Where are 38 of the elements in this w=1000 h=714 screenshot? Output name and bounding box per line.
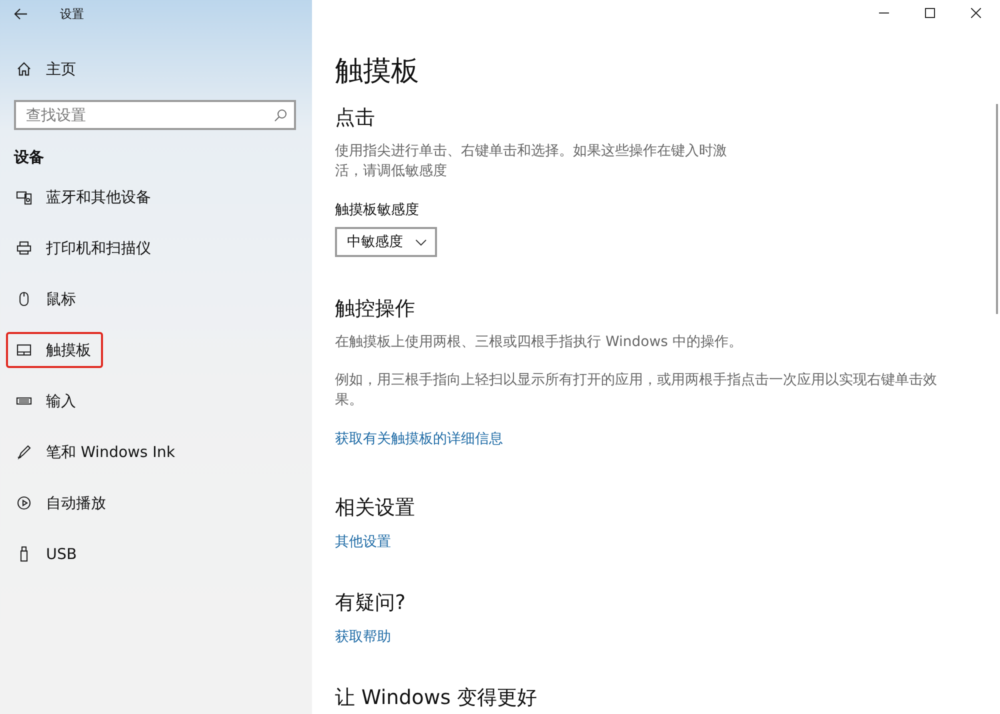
sidebar-item[interactable]: USB	[6, 536, 89, 572]
description-text: 在触摸板上使用两根、三根或四根手指执行 Windows 中的操作。	[335, 333, 744, 352]
search-icon	[274, 109, 287, 122]
sidebar-item[interactable]: 鼠标	[6, 281, 88, 317]
section-heading: 有疑问?	[335, 589, 407, 616]
section-heading: 设备	[14, 148, 45, 167]
chevron-icon	[415, 238, 427, 246]
home-icon	[16, 61, 32, 77]
keyboard-speaker-icon	[16, 189, 32, 205]
page-title: 触摸板	[335, 53, 420, 89]
sidebar-item[interactable]: 自动播放	[6, 485, 118, 521]
description-text: 例如，用三根手指向上轻扫以显示所有打开的应用，或用两根手指点击一次应用以实现右键单击效果。	[335, 371, 938, 410]
description-text: 使用指尖进行单击、右键单击和选择。如果这些操作在键入时激活，请调低敏感度	[335, 142, 728, 181]
close-icon[interactable]	[971, 8, 981, 18]
sensitivity-dropdown[interactable]: 中敏感度	[335, 227, 437, 257]
section-heading: 让 Windows 变得更好	[335, 684, 538, 711]
sidebar-item[interactable]: 触摸板	[6, 332, 103, 368]
section-heading: 触控操作	[335, 295, 416, 322]
maximize-icon[interactable]	[925, 8, 935, 18]
section-heading: 点击	[335, 104, 376, 131]
link[interactable]: 获取有关触摸板的详细信息	[335, 430, 503, 448]
window-title: 设置	[60, 6, 84, 22]
scrollbar[interactable]	[996, 104, 998, 314]
search-field[interactable]: 查找设置	[14, 100, 296, 130]
sidebar-item[interactable]: 输入	[6, 383, 88, 419]
pen-icon	[16, 444, 32, 460]
home-link[interactable]: 主页	[16, 54, 312, 84]
section-heading: 相关设置	[335, 494, 416, 521]
play-icon	[16, 495, 32, 511]
sidebar-item[interactable]: 笔和 Windows Ink	[6, 434, 188, 470]
touchpad-icon	[16, 342, 32, 358]
link[interactable]: 其他设置	[335, 533, 391, 551]
printer-icon	[16, 240, 32, 256]
link[interactable]: 获取帮助	[335, 628, 391, 646]
sidebar-item[interactable]: 蓝牙和其他设备	[6, 179, 163, 215]
back-icon[interactable]	[14, 8, 28, 20]
field-label: 触摸板敏感度	[335, 201, 420, 219]
sidebar-item[interactable]: 打印机和扫描仪	[6, 230, 163, 266]
